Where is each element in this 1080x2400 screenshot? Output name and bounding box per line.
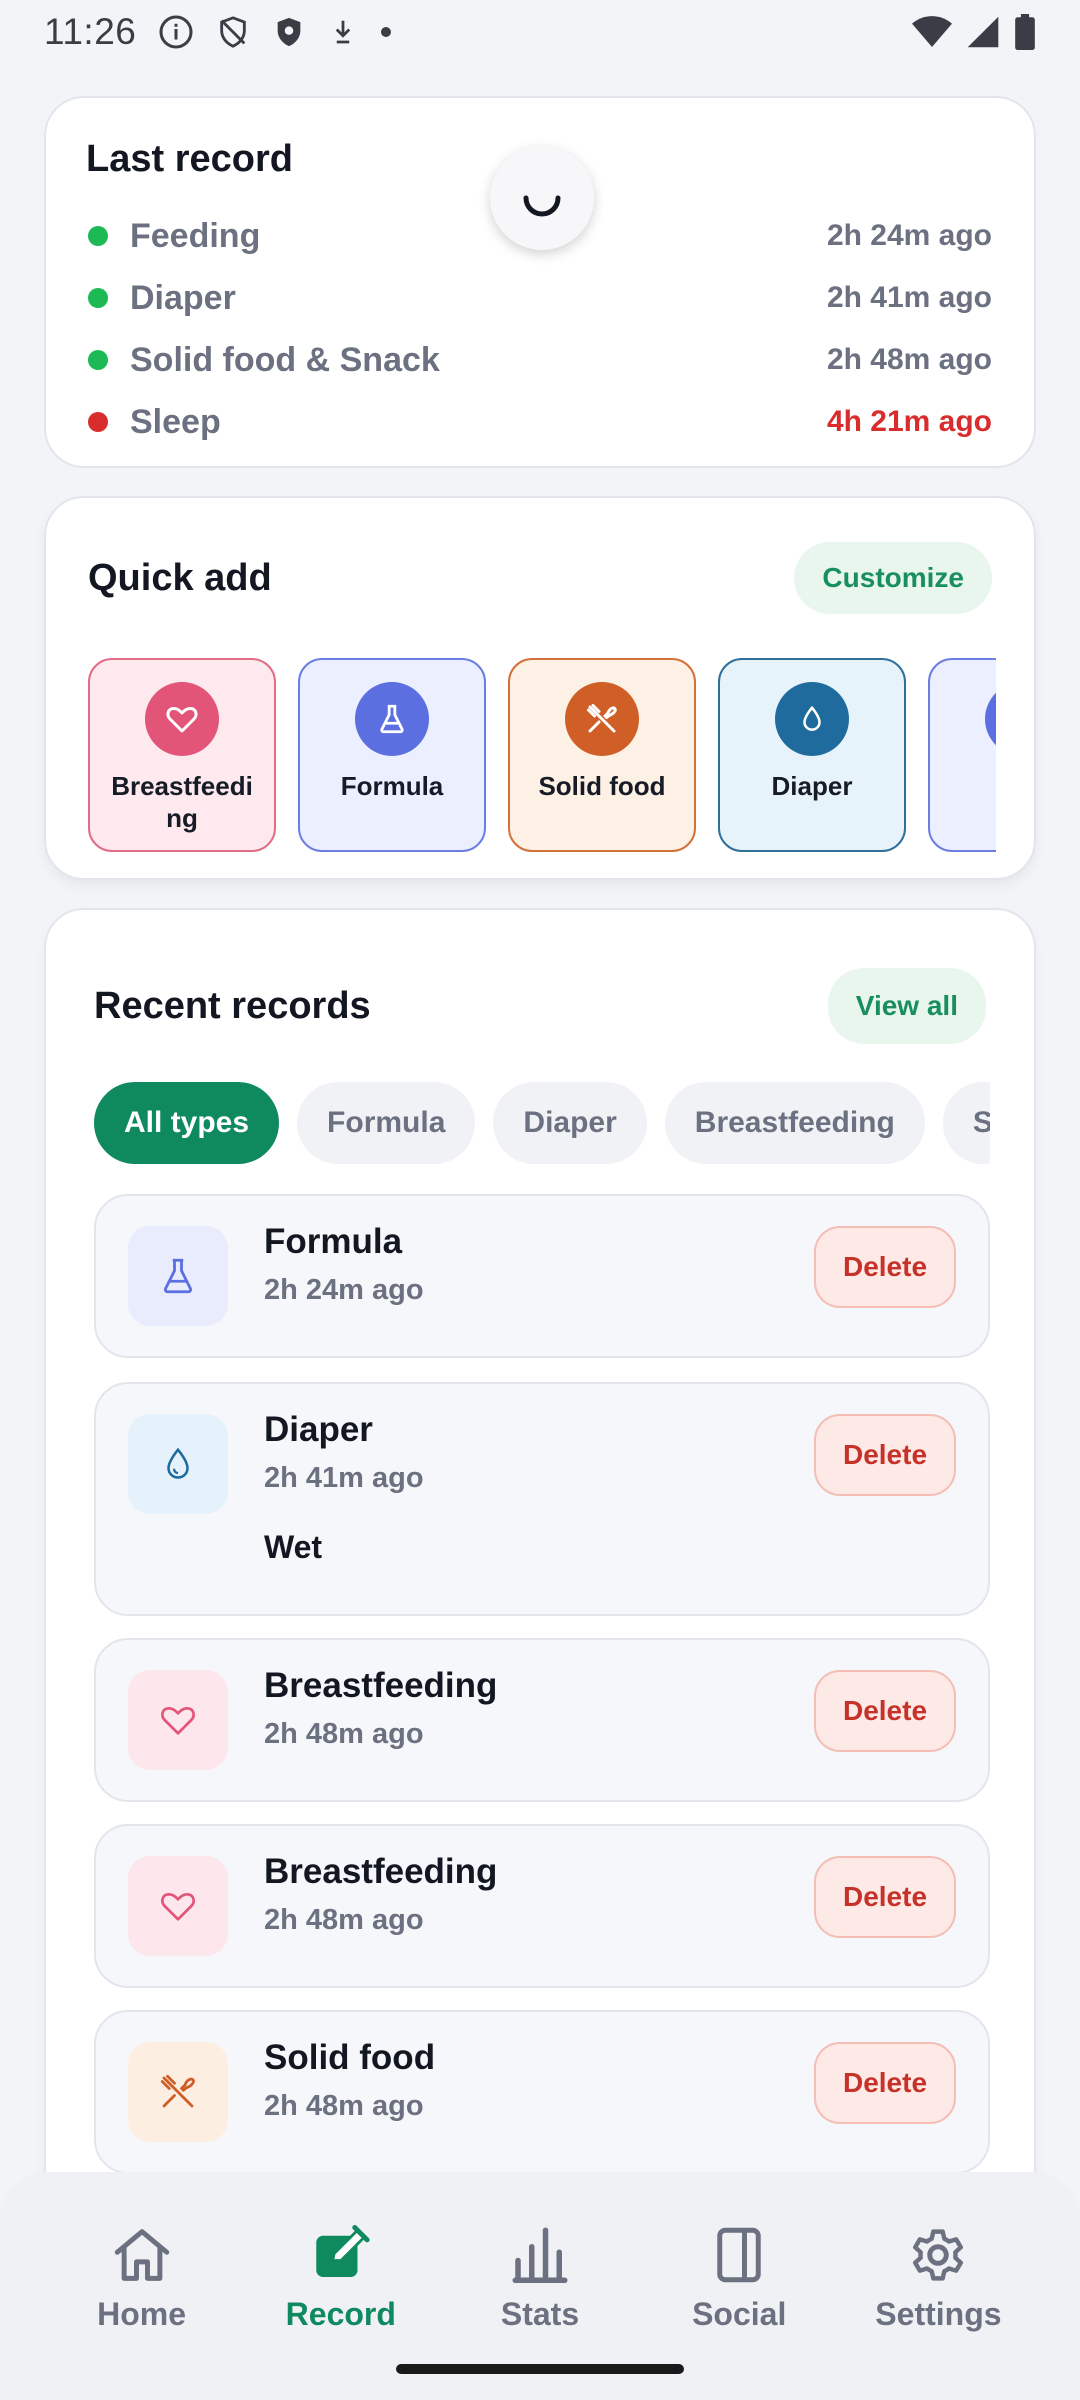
record-item[interactable]: Breastfeeding 2h 48m ago Delete: [94, 1638, 990, 1802]
record-title: Solid food: [264, 2038, 436, 2077]
filter-chip-formula[interactable]: Formula: [297, 1082, 476, 1164]
shield-off-icon: [216, 14, 250, 50]
quick-add-card: Quick add Customize Breastfeeding Formul…: [44, 496, 1036, 880]
status-dot: [88, 226, 108, 246]
filter-chips[interactable]: All types Formula Diaper Breastfeeding S: [94, 1082, 990, 1164]
heart-icon: [145, 682, 219, 756]
delete-button[interactable]: Delete: [814, 2042, 956, 2124]
quick-add-label: Solid food: [538, 771, 666, 801]
nav-label: Home: [97, 2296, 187, 2332]
home-icon: [114, 2229, 169, 2281]
status-dot: [88, 412, 108, 432]
battery-icon: [1014, 14, 1036, 50]
status-dot: [88, 288, 108, 308]
last-record-row-sleep[interactable]: Sleep 4h 21m ago: [86, 391, 992, 453]
last-record-card: Last record Feeding 2h 24m ago Diaper 2h…: [44, 96, 1036, 468]
record-title: Diaper: [264, 1410, 373, 1449]
quick-add-sleep[interactable]: S: [928, 658, 996, 852]
delete-button[interactable]: Delete: [814, 1856, 956, 1938]
quick-add-row[interactable]: Breastfeeding Formula Solid food Diaper …: [88, 658, 996, 852]
last-record-label: Sleep: [130, 402, 221, 441]
record-time: 2h 48m ago: [264, 1904, 424, 1936]
record-title: Breastfeeding: [264, 1852, 498, 1891]
dot-icon: [380, 26, 392, 38]
record-title: Formula: [264, 1222, 403, 1261]
moon-icon: [985, 682, 996, 756]
record-title: Breastfeeding: [264, 1666, 498, 1705]
quick-add-formula[interactable]: Formula: [298, 658, 486, 852]
bar-chart-icon: [512, 2227, 568, 2284]
delete-button[interactable]: Delete: [814, 1414, 956, 1496]
filter-chip-breastfeeding[interactable]: Breastfeeding: [664, 1082, 925, 1164]
quick-add-solid-food[interactable]: Solid food: [508, 658, 696, 852]
gear-icon: [913, 2229, 964, 2281]
quick-add-breastfeeding[interactable]: Breastfeeding: [88, 658, 276, 852]
info-icon: [158, 14, 194, 50]
record-item[interactable]: Breastfeeding 2h 48m ago Delete: [94, 1824, 990, 1988]
book-icon: [717, 2227, 761, 2283]
quick-add-label: S: [946, 770, 996, 802]
record-time: 2h 24m ago: [264, 1274, 424, 1306]
status-time: 11:26: [44, 11, 137, 52]
filter-chip-more[interactable]: S: [942, 1082, 990, 1164]
record-item[interactable]: Solid food 2h 48m ago Delete: [94, 2010, 990, 2174]
record-time: 2h 41m ago: [264, 1462, 424, 1494]
flask-icon: [355, 682, 429, 756]
record-item[interactable]: Formula 2h 24m ago Delete: [94, 1194, 990, 1358]
signal-icon: [966, 15, 1000, 49]
quick-add-diaper[interactable]: Diaper: [718, 658, 906, 852]
heart-icon: [128, 1856, 228, 1956]
edit-icon: [316, 2225, 370, 2277]
filter-chip-diaper[interactable]: Diaper: [493, 1082, 647, 1164]
delete-button[interactable]: Delete: [814, 1226, 956, 1308]
last-record-label: Solid food & Snack: [130, 340, 440, 379]
customize-button[interactable]: Customize: [794, 542, 992, 614]
status-bar: 11:26: [0, 0, 1080, 64]
wifi-icon: [912, 15, 952, 49]
nav-home[interactable]: Home: [42, 2172, 241, 2400]
droplet-icon: [128, 1414, 228, 1514]
loading-spinner: [490, 146, 594, 250]
delete-button[interactable]: Delete: [814, 1670, 956, 1752]
shield-icon: [272, 14, 306, 50]
heart-icon: [128, 1670, 228, 1770]
record-item[interactable]: Diaper 2h 41m ago Wet Delete: [94, 1382, 990, 1616]
nav-label: Social: [692, 2296, 787, 2332]
view-all-button[interactable]: View all: [827, 968, 986, 1044]
last-record-row-solid-food[interactable]: Solid food & Snack 2h 48m ago: [86, 329, 992, 391]
record-time: 2h 48m ago: [264, 2090, 424, 2122]
nav-label: Stats: [500, 2296, 580, 2332]
recent-records-title: Recent records: [94, 984, 371, 1027]
utensils-icon: [128, 2042, 228, 2142]
download-icon: [328, 15, 358, 49]
quick-add-label: Breastfeeding: [111, 771, 253, 833]
last-record-time: 2h 41m ago: [826, 281, 992, 314]
nav-settings[interactable]: Settings: [839, 2172, 1038, 2400]
spinner-icon: [523, 195, 561, 217]
home-indicator[interactable]: [396, 2364, 684, 2374]
last-record-row-diaper[interactable]: Diaper 2h 41m ago: [86, 267, 992, 329]
last-record-time: 4h 21m ago: [826, 405, 992, 438]
droplet-icon: [775, 682, 849, 756]
last-record-label: Feeding: [130, 216, 261, 255]
flask-icon: [128, 1226, 228, 1326]
quick-add-label: Diaper: [771, 771, 853, 801]
nav-label: Settings: [875, 2296, 1002, 2332]
quick-add-title: Quick add: [88, 556, 272, 599]
nav-label: Record: [285, 2296, 396, 2332]
last-record-time: 2h 24m ago: [826, 219, 992, 252]
quick-add-label: Formula: [340, 771, 444, 801]
last-record-time: 2h 48m ago: [826, 343, 992, 376]
record-note: Wet: [264, 1529, 323, 1565]
last-record-label: Diaper: [130, 278, 236, 317]
filter-chip-all-types[interactable]: All types: [94, 1082, 280, 1164]
utensils-icon: [565, 682, 639, 756]
status-dot: [88, 350, 108, 370]
record-time: 2h 48m ago: [264, 1718, 424, 1750]
